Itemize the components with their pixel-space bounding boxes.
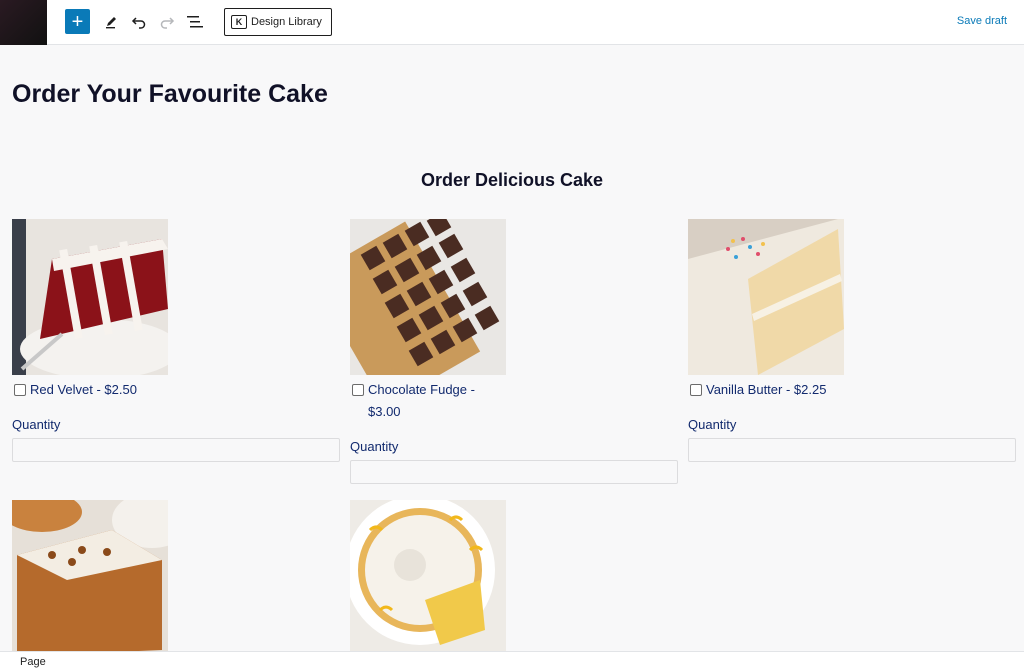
design-library-button[interactable]: K Design Library: [224, 8, 332, 36]
product-label: Red Velvet - $2.50: [30, 382, 137, 397]
redo-button[interactable]: [154, 9, 180, 35]
save-draft-button[interactable]: Save draft: [957, 15, 1007, 27]
red-velvet-cake-image[interactable]: [12, 219, 168, 375]
quantity-label: Quantity: [12, 417, 61, 432]
product-card: Vanilla Butter - $2.25 Quantity: [688, 219, 1016, 462]
breadcrumb-item-page[interactable]: Page: [20, 656, 46, 668]
product-card: [12, 500, 340, 656]
quantity-input[interactable]: [12, 438, 340, 462]
product-card: Red Velvet - $2.50 Quantity: [12, 219, 340, 462]
editor-toolbar: + K Design Library Save draft: [0, 0, 1024, 45]
redo-icon: [160, 17, 175, 29]
site-icon[interactable]: [0, 0, 47, 45]
quantity-input[interactable]: [350, 460, 678, 484]
undo-button[interactable]: [126, 9, 152, 35]
product-option[interactable]: Red Velvet - $2.50: [12, 379, 340, 401]
product-label: Chocolate Fudge - $3.00: [368, 382, 475, 419]
product-checkbox[interactable]: [690, 384, 702, 396]
product-label: Vanilla Butter - $2.25: [706, 382, 827, 397]
lemon-bundt-cake-image[interactable]: [350, 500, 506, 656]
list-view-button[interactable]: [182, 9, 208, 35]
product-card: [350, 500, 678, 656]
product-checkbox[interactable]: [352, 384, 364, 396]
design-library-label: Design Library: [251, 16, 322, 28]
undo-icon: [131, 17, 146, 29]
vanilla-butter-cake-image[interactable]: [688, 219, 844, 375]
section-title[interactable]: Order Delicious Cake: [0, 170, 1024, 191]
block-breadcrumb: Page: [0, 651, 1024, 671]
product-option[interactable]: Vanilla Butter - $2.25: [688, 379, 1016, 401]
product-option[interactable]: Chocolate Fudge - $3.00: [350, 379, 678, 423]
quantity-input[interactable]: [688, 438, 1016, 462]
product-checkbox[interactable]: [14, 384, 26, 396]
carrot-cake-image[interactable]: [12, 500, 168, 656]
quantity-label: Quantity: [350, 439, 399, 454]
product-card: Chocolate Fudge - $3.00 Quantity: [350, 219, 678, 484]
tools-button[interactable]: [98, 9, 124, 35]
plus-icon: +: [71, 10, 84, 33]
design-library-logo-icon: K: [231, 15, 247, 29]
chocolate-fudge-image[interactable]: [350, 219, 506, 375]
page-title[interactable]: Order Your Favourite Cake: [12, 80, 328, 109]
block-inserter-button[interactable]: +: [65, 9, 90, 34]
quantity-label: Quantity: [688, 417, 737, 432]
list-view-icon: [187, 16, 203, 28]
pen-icon: [106, 17, 116, 29]
